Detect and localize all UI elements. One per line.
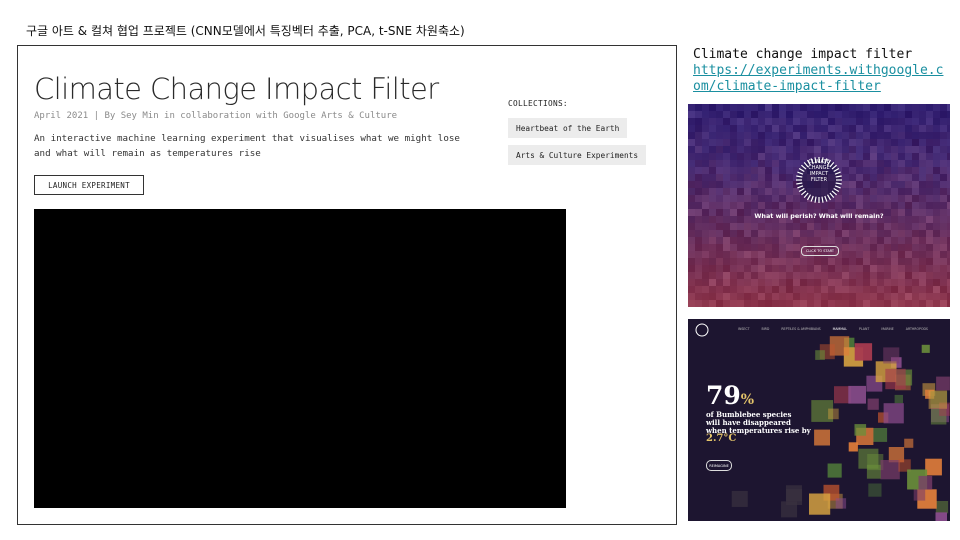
reimagine-button: REIMAGINE bbox=[706, 460, 732, 471]
experiment-link[interactable]: https://experiments.withgoogle.com/clima… bbox=[693, 63, 948, 94]
description: An interactive machine learning experime… bbox=[34, 133, 460, 159]
click-to-start-button: CLICK TO START bbox=[801, 246, 839, 256]
web-page-screenshot: Climate Change Impact Filter April 2021 … bbox=[17, 45, 677, 525]
loss-percentage: 79% bbox=[706, 381, 755, 410]
byline: April 2021 | By Sey Min in collaboration… bbox=[34, 111, 398, 121]
category-nav: INSECT BIRD REPTILES & AMPHIBIANS MAMMAL… bbox=[738, 327, 928, 331]
result-screenshot: INSECT BIRD REPTILES & AMPHIBIANS MAMMAL… bbox=[688, 319, 950, 521]
page-title: Climate Change Impact Filter bbox=[34, 72, 439, 106]
video-player[interactable] bbox=[34, 209, 566, 508]
collection-chip-arts-culture[interactable]: Arts & Culture Experiments bbox=[508, 145, 647, 165]
filter-badge-icon bbox=[796, 157, 842, 203]
launch-experiment-button[interactable]: LAUNCH EXPERIMENT bbox=[34, 175, 144, 195]
filter-badge-text: CLIMATE CHANGE IMPACT FILTER bbox=[808, 159, 830, 183]
slide-title: 구글 아트 & 컬쳐 협업 프로젝트 (CNN모델에서 특징벡터 추출, PCA… bbox=[26, 24, 465, 38]
side-title: Climate change impact filter bbox=[693, 47, 913, 62]
intro-screenshot: CLIMATE CHANGE IMPACT FILTER What will p… bbox=[688, 104, 950, 307]
collection-chip-heartbeat[interactable]: Heartbeat of the Earth bbox=[508, 118, 628, 138]
loss-caption: of Bumblebee species will have disappear… bbox=[706, 410, 811, 444]
intro-question: What will perish? What will remain? bbox=[754, 212, 884, 220]
collections-label: COLLECTIONS: bbox=[508, 99, 568, 108]
